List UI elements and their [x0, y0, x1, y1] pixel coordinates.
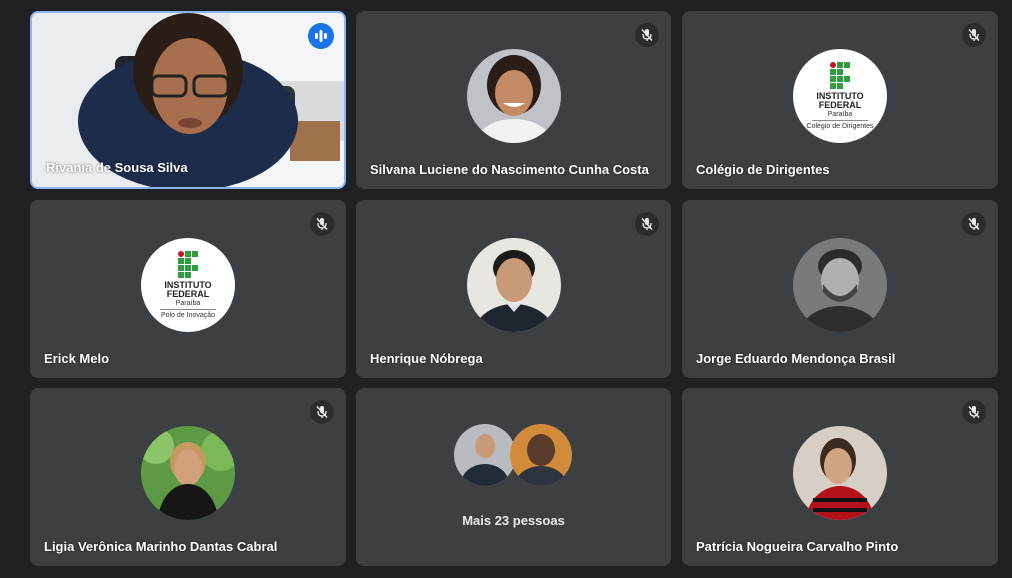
participant-tile-erick[interactable]: INSTITUTO FEDERAL Paraíba Polo de Inovaç…: [30, 200, 346, 378]
participant-tile-silvana[interactable]: Silvana Luciene do Nascimento Cunha Cost…: [356, 11, 671, 189]
participant-name: Erick Melo: [44, 351, 110, 366]
participant-tile-jorge[interactable]: Jorge Eduardo Mendonça Brasil: [682, 200, 998, 378]
participant-name: Rivania de Sousa Silva: [46, 160, 188, 175]
avatar-stack: [453, 424, 574, 488]
participant-tile-patricia[interactable]: Patrícia Nogueira Carvalho Pinto: [682, 388, 998, 566]
if-mark-icon: [178, 250, 198, 278]
mic-off-icon: [635, 212, 659, 236]
if-mark-icon: [830, 61, 850, 89]
avatar: [453, 424, 516, 486]
participant-tile-colegio[interactable]: INSTITUTO FEDERAL Paraíba Colégio de Dir…: [682, 11, 998, 189]
avatar: [793, 426, 887, 520]
institution-logo: INSTITUTO FEDERAL Paraíba Colégio de Dir…: [793, 49, 887, 143]
logo-text: Paraíba: [827, 110, 853, 118]
mic-off-icon: [962, 23, 986, 47]
mic-off-icon: [310, 212, 334, 236]
audio-wave-icon: [308, 23, 334, 49]
avatar: [466, 49, 561, 143]
participant-tile-rivania[interactable]: Rivania de Sousa Silva: [30, 11, 346, 189]
more-participants-tile[interactable]: Mais 23 pessoas: [356, 388, 671, 566]
participant-name: Henrique Nóbrega: [370, 351, 483, 366]
avatar: [793, 238, 887, 332]
participant-name: Ligia Verônica Marinho Dantas Cabral: [44, 539, 278, 554]
divider: [160, 308, 216, 310]
avatar: [141, 426, 235, 520]
logo-text: FEDERAL: [818, 99, 862, 110]
participant-name: Jorge Eduardo Mendonça Brasil: [696, 351, 896, 366]
institution-logo: INSTITUTO FEDERAL Paraíba Polo de Inovaç…: [141, 238, 235, 332]
participant-name: Silvana Luciene do Nascimento Cunha Cost…: [370, 162, 649, 177]
logo-text: Polo de Inovação: [160, 311, 216, 319]
mic-off-icon: [310, 400, 334, 424]
participant-name: Colégio de Dirigentes: [696, 162, 830, 177]
participant-name: Patrícia Nogueira Carvalho Pinto: [696, 539, 899, 554]
mic-off-icon: [635, 23, 659, 47]
participant-tile-henrique[interactable]: Henrique Nóbrega: [356, 200, 671, 378]
logo-text: FEDERAL: [166, 288, 210, 299]
avatar: [466, 238, 561, 332]
participant-tile-ligia[interactable]: Ligia Verônica Marinho Dantas Cabral: [30, 388, 346, 566]
divider: [812, 119, 868, 121]
logo-text: Paraíba: [175, 299, 201, 307]
avatar: [509, 424, 572, 486]
mic-off-icon: [962, 400, 986, 424]
more-participants-label: Mais 23 pessoas: [462, 513, 565, 528]
logo-text: Colégio de Dirigentes: [806, 122, 874, 130]
mic-off-icon: [962, 212, 986, 236]
